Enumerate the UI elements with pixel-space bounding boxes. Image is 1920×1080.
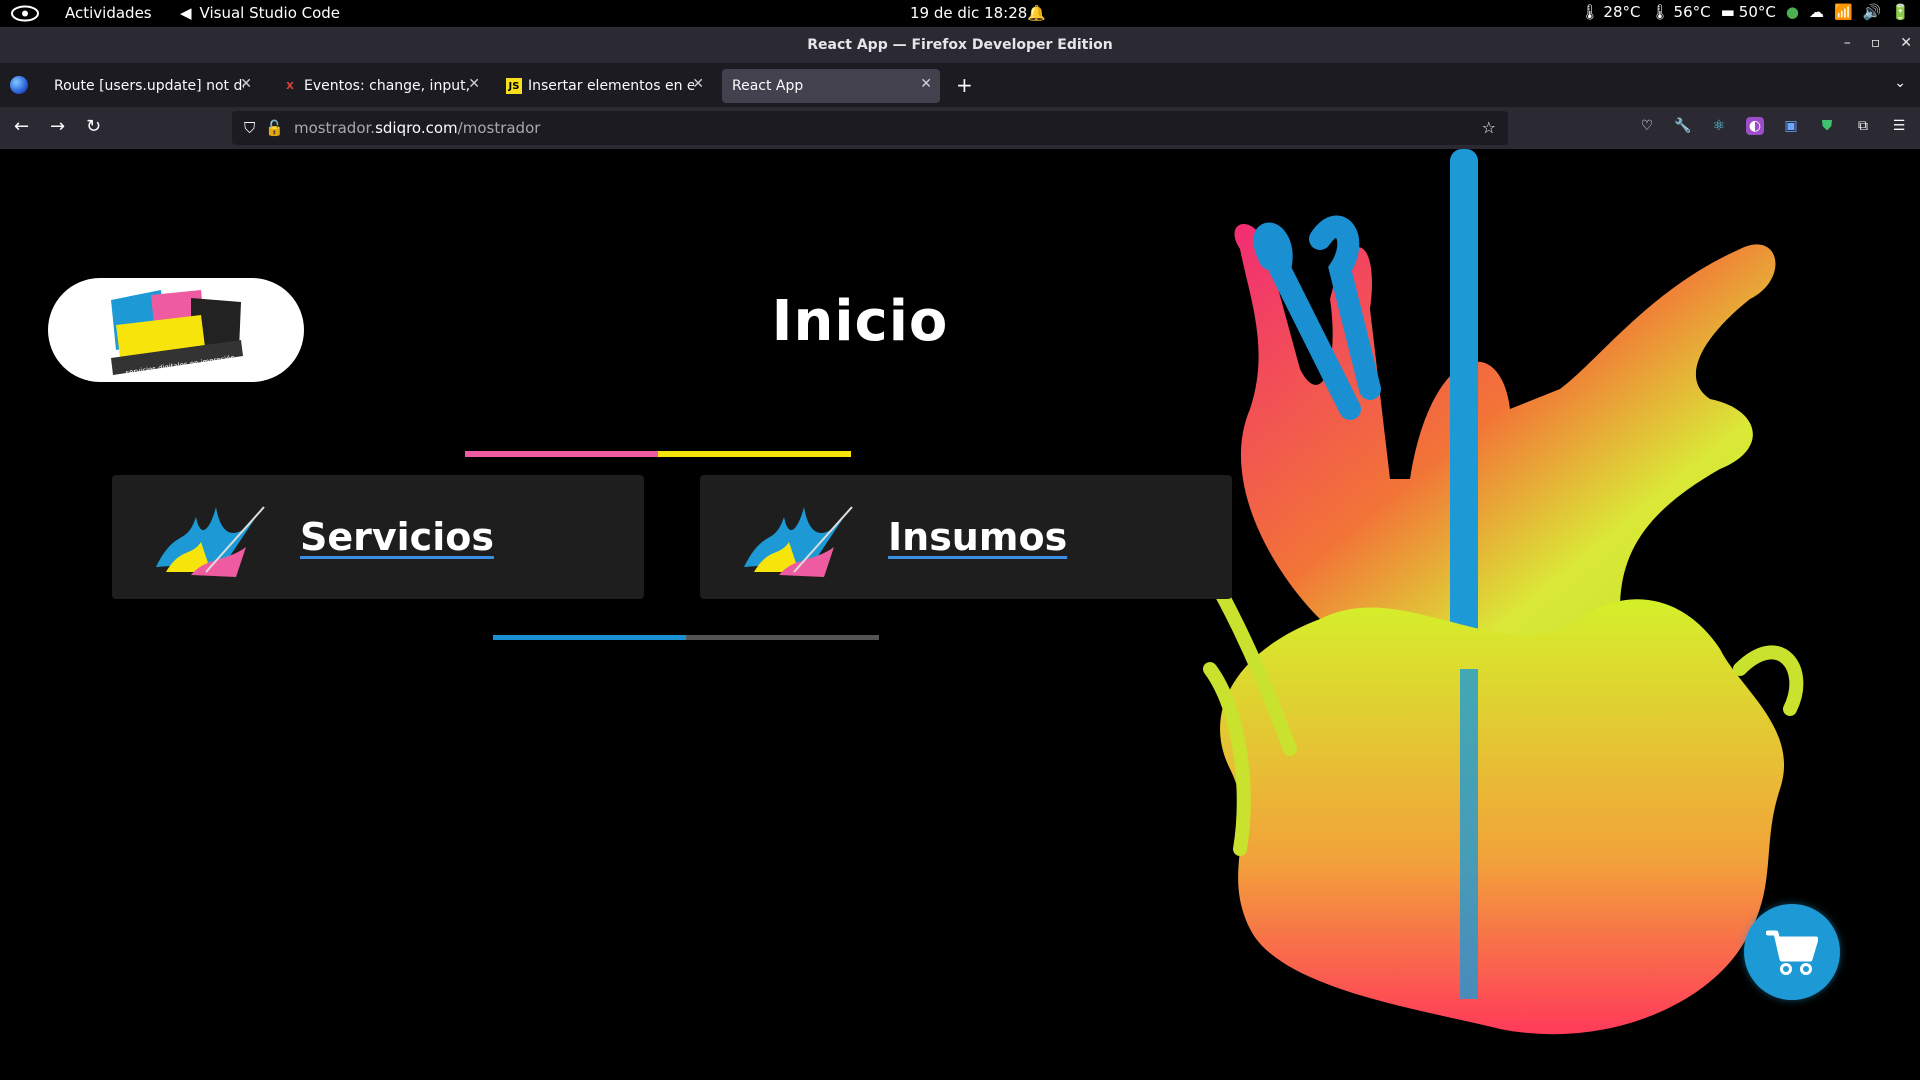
- decorative-bar-top: [465, 451, 851, 457]
- tab-route-users[interactable]: Route [users.update] not de ✕: [44, 69, 260, 103]
- react-devtools-icon[interactable]: ⚛: [1710, 117, 1728, 135]
- paint-splash-icon: [744, 506, 853, 577]
- bookmark-star-icon[interactable]: ☆: [1482, 118, 1496, 137]
- forward-arrow-icon[interactable]: →: [50, 116, 65, 137]
- volume-icon[interactable]: 🔊: [1863, 3, 1882, 21]
- temp-cpu[interactable]: 🌡 28°C: [1580, 3, 1640, 21]
- translate-icon[interactable]: ▣: [1782, 117, 1800, 135]
- pocket-icon[interactable]: ♡: [1638, 117, 1656, 135]
- decorative-bar-bottom: [493, 635, 879, 640]
- devtools-wrench-icon[interactable]: 🔧: [1674, 117, 1692, 135]
- shield-icon[interactable]: ⛉: [244, 119, 255, 137]
- paint-splash-icon: [156, 506, 265, 577]
- close-tab-icon[interactable]: ✕: [240, 76, 252, 92]
- focused-app-label: Visual Studio Code: [199, 4, 341, 22]
- bar-segment-yellow: [658, 451, 851, 457]
- url-text[interactable]: mostrador.sdiqro.com/mostrador: [294, 119, 540, 137]
- focused-app-menu[interactable]: ◀ Visual Studio Code: [180, 4, 340, 22]
- disk-icon: ▬: [1720, 3, 1735, 21]
- tab-eventos[interactable]: Ⅹ Eventos: change, input, c ✕: [272, 69, 488, 103]
- extensions-area: ♡ 🔧 ⚛ ◐ ▣ ⛊ ⧉ ☰: [1638, 117, 1908, 135]
- page-title: Inicio: [771, 289, 949, 354]
- notification-bell-icon[interactable]: 🔔: [1027, 4, 1046, 22]
- close-tab-icon[interactable]: ✕: [920, 76, 932, 92]
- tab-label: Eventos: change, input, c: [304, 78, 470, 94]
- bar-segment-cyan: [493, 635, 686, 640]
- window-controls: – ▫ ✕: [1844, 35, 1912, 51]
- weather-icon[interactable]: ☁: [1809, 3, 1824, 21]
- tab-react-app[interactable]: React App ✕: [722, 69, 940, 103]
- tab-label: Insertar elementos en el: [528, 78, 694, 94]
- sdi-logo[interactable]: servicios digitales en impresión: [48, 278, 304, 382]
- thermometer-icon: 🌡: [1580, 3, 1600, 21]
- js-icon: JS: [506, 78, 522, 94]
- temp-value: 56°C: [1673, 3, 1711, 21]
- mdn-icon: Ⅹ: [286, 80, 294, 92]
- close-icon[interactable]: ✕: [1900, 35, 1912, 51]
- card-servicios[interactable]: Servicios: [112, 475, 644, 599]
- close-tab-icon[interactable]: ✕: [692, 76, 704, 92]
- new-tab-icon[interactable]: +: [956, 73, 973, 97]
- system-tray: 🌡 28°C 🌡 56°C ▬ 50°C ● ☁ 📶 🔊 🔋: [1580, 3, 1910, 21]
- list-all-tabs-icon[interactable]: ⌄: [1894, 75, 1906, 91]
- url-subdomain: mostrador.: [293, 119, 376, 137]
- temp-disk[interactable]: ▬ 50°C: [1721, 3, 1776, 21]
- hamburger-menu-icon[interactable]: ☰: [1890, 117, 1908, 135]
- extensions-puzzle-icon[interactable]: ⧉: [1854, 117, 1872, 135]
- page-content: servicios digitales en impresión Inicio …: [0, 149, 1920, 1080]
- battery-icon[interactable]: 🔋: [1891, 3, 1910, 21]
- temp-value: 28°C: [1603, 3, 1641, 21]
- bar-segment-gray: [686, 635, 879, 640]
- temp-gpu[interactable]: 🌡 56°C: [1650, 3, 1710, 21]
- extension-purple-icon[interactable]: ◐: [1746, 117, 1764, 135]
- thermometer-icon: 🌡: [1650, 3, 1670, 21]
- url-bar[interactable]: ⛉ 🔓 mostrador.sdiqro.com/mostrador ☆: [232, 111, 1508, 145]
- minimize-icon[interactable]: –: [1844, 35, 1851, 51]
- card-label[interactable]: Insumos: [888, 515, 1067, 559]
- temp-value: 50°C: [1738, 3, 1776, 21]
- tab-label: Route [users.update] not de: [54, 78, 244, 94]
- reload-icon[interactable]: ↻: [86, 116, 101, 137]
- tab-strip: Route [users.update] not de ✕ Ⅹ Eventos:…: [0, 63, 1920, 107]
- clock[interactable]: 19 de dic 18:28: [910, 4, 1027, 22]
- wifi-icon[interactable]: 📶: [1834, 3, 1853, 21]
- bar-segment-magenta: [465, 451, 658, 457]
- lock-icon[interactable]: 🔓: [265, 119, 284, 137]
- cart-button[interactable]: [1744, 904, 1840, 1000]
- extension-green-icon[interactable]: ●: [1786, 3, 1799, 21]
- firefox-view-icon[interactable]: [10, 76, 28, 94]
- window-title: React App — Firefox Developer Edition: [807, 37, 1113, 53]
- url-path: /mostrador: [457, 119, 541, 137]
- maximize-icon[interactable]: ▫: [1871, 35, 1881, 51]
- vscode-icon: ◀: [180, 4, 192, 22]
- shopping-cart-icon: [1766, 930, 1818, 975]
- url-domain: sdiqro.com: [375, 119, 458, 137]
- sdi-logo-mark: servicios digitales en impresión: [111, 290, 243, 377]
- tab-insertar-elementos[interactable]: JS Insertar elementos en el ✕: [496, 69, 712, 103]
- shield-extension-icon[interactable]: ⛊: [1818, 117, 1836, 135]
- activities-button[interactable]: Actividades: [65, 4, 152, 22]
- back-arrow-icon[interactable]: ←: [14, 116, 29, 137]
- nav-toolbar: ← → ↻ ⛉ 🔓 mostrador.sdiqro.com/mostrador…: [0, 107, 1920, 149]
- tab-label: React App: [732, 78, 804, 94]
- card-insumos[interactable]: Insumos: [700, 475, 1232, 599]
- window-titlebar: React App — Firefox Developer Edition – …: [0, 27, 1920, 63]
- system-top-bar: Actividades ◀ Visual Studio Code 19 de d…: [0, 0, 1920, 27]
- close-tab-icon[interactable]: ✕: [468, 76, 480, 92]
- card-label[interactable]: Servicios: [300, 515, 494, 559]
- activities-eye-icon[interactable]: [10, 4, 40, 23]
